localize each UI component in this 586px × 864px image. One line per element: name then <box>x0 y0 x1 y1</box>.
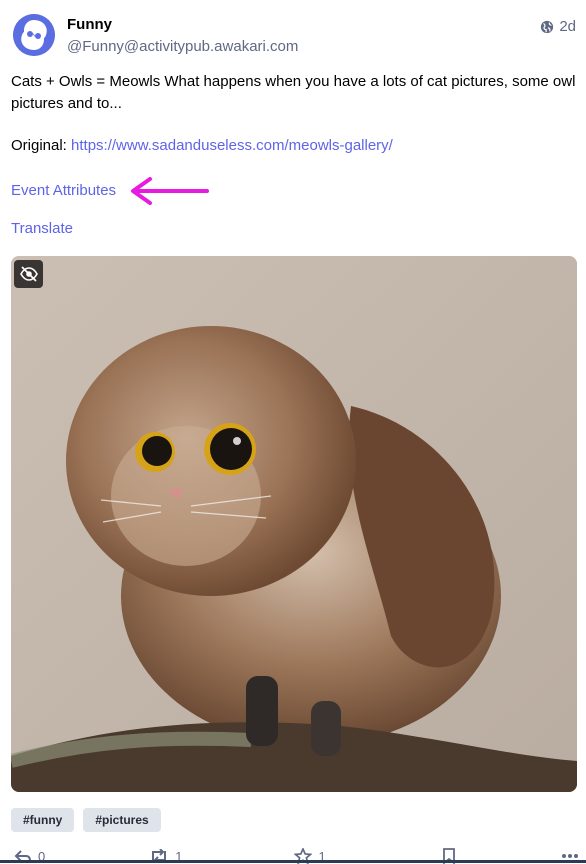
status-meta: 2d <box>540 18 576 35</box>
original-label: Original: <box>11 137 67 154</box>
status-card: Funny @Funny@activitypub.awakari.com 2d … <box>0 0 586 864</box>
media-attachment[interactable] <box>11 256 577 792</box>
hashtag-funny[interactable]: #funny <box>11 808 75 832</box>
annotation-arrow-icon <box>131 177 209 205</box>
original-link[interactable]: https://www.sadanduseless.com/meowls-gal… <box>71 137 393 154</box>
more-options-button[interactable] <box>561 853 578 859</box>
original-line: Original: https://www.sadanduseless.com/… <box>11 135 577 157</box>
ellipsis-icon <box>561 854 578 858</box>
translate-link[interactable]: Translate <box>11 220 73 237</box>
event-attributes-link[interactable]: Event Attributes <box>11 182 116 199</box>
status-summary: Cats + Owls = Meowls What happens when y… <box>11 73 576 112</box>
status-content: Cats + Owls = Meowls What happens when y… <box>11 71 577 157</box>
owl-photo <box>11 256 577 792</box>
account-handle[interactable]: @Funny@activitypub.awakari.com <box>67 38 298 55</box>
globe-icon <box>541 20 554 33</box>
avatar[interactable] <box>13 14 55 56</box>
hide-media-button[interactable] <box>14 260 43 288</box>
eye-slash-icon <box>19 266 38 282</box>
awakari-logo-icon <box>13 14 55 56</box>
display-name[interactable]: Funny <box>67 16 112 33</box>
hashtag-pictures[interactable]: #pictures <box>83 808 161 832</box>
hashtag-bar: #funny #pictures <box>11 808 161 832</box>
status-age[interactable]: 2d <box>559 18 576 35</box>
